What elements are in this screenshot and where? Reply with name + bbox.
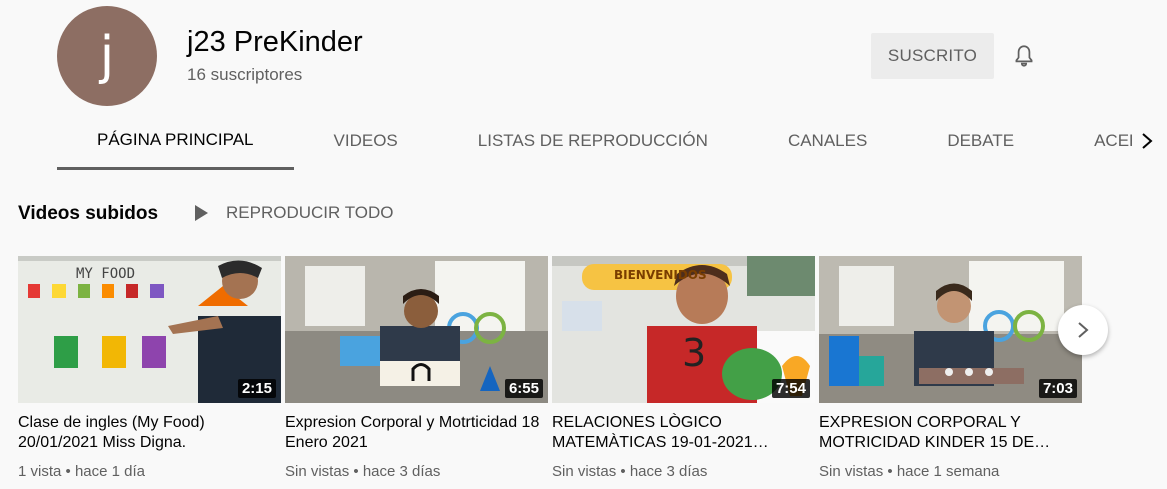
uploads-section: Videos subidos REPRODUCIR TODO MY FOOD 2… [0,172,1167,489]
video-meta: 1 vista • hace 1 día [18,463,281,480]
video-duration: 2:15 [237,379,276,398]
video-title[interactable]: Clase de ingles (My Food) 20/01/2021 Mis… [18,413,281,453]
play-all-label: REPRODUCIR TODO [226,203,394,222]
svg-text:3: 3 [682,331,706,375]
thumb-caption: BIENVENIDOS [614,268,707,282]
video-meta: Sin vistas • hace 3 días [285,463,548,480]
subscribe-button[interactable]: SUSCRITO [871,33,994,79]
play-all-button[interactable]: REPRODUCIR TODO [193,203,394,223]
video-duration: 7:54 [771,379,810,398]
upload-age: hace 3 días [362,463,441,480]
meta-separator: • [353,463,359,480]
tab-home[interactable]: PÁGINA PRINCIPAL [57,112,294,170]
bell-icon[interactable] [1011,43,1037,69]
video-title[interactable]: RELACIONES LÒGICO MATEMÀTICAS 19-01-2021… [552,413,815,453]
upload-age: hace 1 semana [896,463,1000,480]
video-thumbnail[interactable]: MY FOOD 2:15 [18,256,281,403]
view-count: Sin vistas [552,463,617,480]
channel-tabs: PÁGINA PRINCIPAL VIDEOS LISTAS DE REPROD… [57,112,1132,170]
meta-separator: • [620,463,626,480]
video-duration: 7:03 [1038,379,1077,398]
play-icon [195,205,208,221]
tab-channels[interactable]: CANALES [748,112,907,170]
view-count: 1 vista [18,463,62,480]
channel-avatar[interactable]: j [57,6,157,106]
video-card[interactable]: 3 BIENVENIDOS 7:54 RELACIONES LÒGICO MAT… [552,256,815,480]
chevron-right-icon [1078,322,1089,338]
video-thumbnail[interactable]: 6:55 [285,256,548,403]
video-title[interactable]: EXPRESION CORPORAL Y MOTRICIDAD KINDER 1… [819,413,1082,453]
chevron-right-icon[interactable] [1132,126,1162,156]
video-card[interactable]: MY FOOD 2:15 Clase de ingles (My Food) 2… [18,256,281,480]
video-card[interactable]: 7:03 EXPRESION CORPORAL Y MOTRICIDAD KIN… [819,256,1082,480]
thumb-caption: MY FOOD [76,266,136,282]
video-duration: 6:55 [504,379,543,398]
video-shelf: MY FOOD 2:15 Clase de ingles (My Food) 2… [18,256,1086,480]
tab-videos[interactable]: VIDEOS [294,112,438,170]
video-thumbnail[interactable]: 3 BIENVENIDOS 7:54 [552,256,815,403]
tab-playlists[interactable]: LISTAS DE REPRODUCCIÓN [438,112,748,170]
upload-age: hace 3 días [629,463,708,480]
tab-about[interactable]: ACERCA DE [1054,112,1132,170]
video-meta: Sin vistas • hace 1 semana [819,463,1082,480]
avatar-letter: j [99,26,115,86]
video-thumbnail[interactable]: 7:03 [819,256,1082,403]
channel-header: j j23 PreKinder 16 suscriptores SUSCRITO… [0,0,1167,172]
video-meta: Sin vistas • hace 3 días [552,463,815,480]
video-card[interactable]: 6:55 Expresion Corporal y Motrticidad 18… [285,256,548,480]
view-count: Sin vistas [819,463,884,480]
channel-name: j23 PreKinder [187,26,363,58]
upload-age: hace 1 día [74,463,146,480]
video-title[interactable]: Expresion Corporal y Motrticidad 18 Ener… [285,413,548,453]
meta-separator: • [887,463,893,480]
subscriber-count: 16 suscriptores [187,65,303,84]
carousel-next-button[interactable] [1058,305,1108,355]
tab-discussion[interactable]: DEBATE [907,112,1054,170]
meta-separator: • [65,463,71,480]
view-count: Sin vistas [285,463,350,480]
section-title[interactable]: Videos subidos [18,203,158,225]
